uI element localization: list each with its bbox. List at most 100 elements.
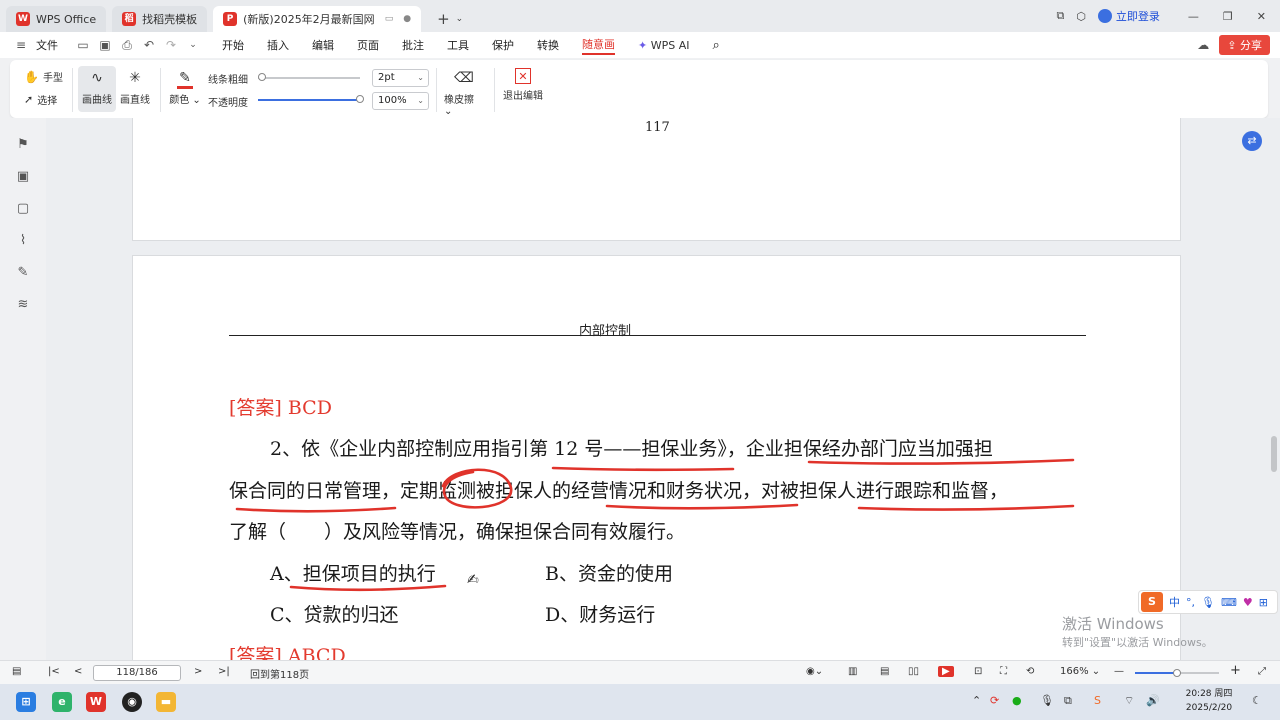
menu-freehand[interactable]: 随意画 xyxy=(582,36,615,55)
notification-icon[interactable]: ☾ xyxy=(1252,694,1262,707)
undo-icon[interactable]: ↶ xyxy=(142,38,156,52)
tab-document[interactable]: P (新版)2025年2月最新国网 ▭ ● xyxy=(213,6,422,32)
thickness-label: 线条粗细 xyxy=(208,75,248,86)
bookmark-icon[interactable]: ⚑ xyxy=(14,136,32,154)
ime-tray-icon[interactable]: S xyxy=(1094,694,1101,707)
ime-toolbar[interactable]: S 中 °, 🎙 ⌨ ♥ ⊞ xyxy=(1138,590,1278,614)
thickness-dropdown[interactable]: 2pt ⌄ xyxy=(372,69,429,87)
tray-chevron-icon[interactable]: ⌃ xyxy=(972,694,981,707)
skin-icon[interactable]: ♥ xyxy=(1243,596,1253,609)
zoom-level[interactable]: 166% ⌄ xyxy=(1060,666,1100,677)
keyboard-icon[interactable]: ⌨ xyxy=(1221,596,1237,609)
zoom-in-icon[interactable]: + xyxy=(1230,663,1241,678)
login-button[interactable]: 立即登录 xyxy=(1097,8,1160,24)
print-icon[interactable]: ⎙ xyxy=(120,38,134,53)
cloud-upload-icon[interactable]: ☁ xyxy=(1197,38,1209,52)
line-tool[interactable]: ✳ 画直线 xyxy=(118,68,152,106)
layers-icon[interactable]: ≋ xyxy=(14,296,32,314)
curve-tool[interactable]: ∿ 画曲线 xyxy=(80,68,114,106)
search-icon[interactable]: ⌕ xyxy=(712,38,719,53)
wechat-icon[interactable]: ● xyxy=(1012,694,1022,707)
sidebar-toggle-icon[interactable]: ▤ xyxy=(12,666,21,677)
new-tab-button[interactable]: + ⌄ xyxy=(427,6,473,32)
cube-icon[interactable]: ⬡ xyxy=(1076,10,1086,23)
tab-template[interactable]: 稻 找稻壳模板 xyxy=(112,6,208,32)
menu-annotate[interactable]: 批注 xyxy=(402,37,424,53)
zoom-slider-knob[interactable] xyxy=(1173,669,1181,677)
thickness-slider[interactable] xyxy=(258,77,360,79)
mic-tray-icon[interactable]: 🎙 xyxy=(1040,694,1054,707)
media-app-icon[interactable]: ◉ xyxy=(122,692,142,712)
grid-icon[interactable]: ⊞ xyxy=(1259,596,1268,609)
single-page-icon[interactable]: ▥ xyxy=(848,666,857,677)
continuous-page-icon[interactable]: ▤ xyxy=(880,666,889,677)
scrollbar-thumb[interactable] xyxy=(1271,436,1277,472)
windows-start-icon[interactable]: ⊞ xyxy=(16,692,36,712)
rotate-icon[interactable]: ⟲ xyxy=(1026,666,1034,677)
hand-tool[interactable]: ✋ 手型 xyxy=(24,69,63,85)
wps-taskbar-icon[interactable]: W xyxy=(86,692,106,712)
first-page-icon[interactable]: |< xyxy=(48,666,60,677)
next-page-icon[interactable]: > xyxy=(194,666,202,677)
menu-insert[interactable]: 插入 xyxy=(267,37,289,53)
back-to-page-link[interactable]: 回到第118页 xyxy=(250,666,309,681)
dot-icon[interactable]: ● xyxy=(403,14,411,24)
network-icon[interactable]: ⧉ xyxy=(1064,694,1072,708)
prev-page-icon[interactable]: < xyxy=(74,666,82,677)
save-icon[interactable]: ▣ xyxy=(98,38,112,52)
redo-icon[interactable]: ↷ xyxy=(164,38,178,52)
punctuation-icon[interactable]: °, xyxy=(1186,596,1195,609)
wps-ai-button[interactable]: ✦ WPS AI xyxy=(638,39,689,52)
last-page-icon[interactable]: >| xyxy=(218,666,230,677)
sync-icon[interactable]: ⟳ xyxy=(990,694,999,707)
eraser-tool[interactable]: ⌫ 橡皮擦 ⌄ xyxy=(444,68,484,117)
exit-edit-button[interactable]: ✕ 退出编辑 xyxy=(502,68,544,102)
vertical-scrollbar[interactable] xyxy=(1268,118,1280,660)
page-number-input[interactable]: 118/186 xyxy=(93,665,181,681)
signature-icon[interactable]: ✎ xyxy=(14,264,32,282)
menu-start[interactable]: 开始 xyxy=(222,37,244,53)
thickness-slider-knob[interactable] xyxy=(258,73,266,81)
play-icon[interactable]: ▶ xyxy=(938,666,954,677)
opacity-slider-knob[interactable] xyxy=(356,95,364,103)
document-viewport[interactable]: 117 内部控制 [答案] BCD 2、依《企业内部控制应用指引第 12 号——… xyxy=(46,118,1268,660)
option-b: B、资金的使用 xyxy=(545,563,673,585)
attachment-icon[interactable]: ⌇ xyxy=(14,232,32,250)
fit-page-icon[interactable]: ⛶ xyxy=(1000,666,1007,677)
menu-convert[interactable]: 转换 xyxy=(537,37,559,53)
thumbnail-icon[interactable]: ▣ xyxy=(14,168,32,186)
menu-protect[interactable]: 保护 xyxy=(492,37,514,53)
chevron-down-icon[interactable]: ⌄ xyxy=(186,40,200,50)
close-icon[interactable]: ✕ xyxy=(1257,10,1266,23)
double-page-icon[interactable]: ▯▯ xyxy=(908,666,919,677)
opacity-dropdown[interactable]: 100% ⌄ xyxy=(372,92,429,110)
zoom-out-icon[interactable]: — xyxy=(1114,666,1124,677)
color-picker[interactable]: ✎ 颜色 ⌄ xyxy=(168,68,202,106)
screen-icon[interactable]: ▭ xyxy=(385,14,394,24)
minimize-icon[interactable]: — xyxy=(1188,10,1199,23)
ime-mode[interactable]: 中 xyxy=(1169,594,1180,610)
select-tool[interactable]: ➚ 选择 xyxy=(24,92,57,107)
menu-page[interactable]: 页面 xyxy=(357,37,379,53)
volume-icon[interactable]: 🔊 xyxy=(1146,694,1160,707)
system-clock[interactable]: 20:28 周四 2025/2/20 xyxy=(1184,687,1234,715)
translate-icon[interactable]: ⇄ xyxy=(1242,131,1262,151)
folder-icon[interactable]: ▭ xyxy=(76,38,90,52)
opacity-slider[interactable] xyxy=(258,99,360,101)
file-explorer-icon[interactable]: ▬ xyxy=(156,692,176,712)
comment-icon[interactable]: ▢ xyxy=(14,200,32,218)
menu-tools[interactable]: 工具 xyxy=(447,37,469,53)
hamburger-icon[interactable]: ≡ xyxy=(14,38,28,52)
eye-icon[interactable]: ◉⌄ xyxy=(806,666,823,677)
menu-edit[interactable]: 编辑 xyxy=(312,37,334,53)
tab-wps-office[interactable]: W WPS Office xyxy=(6,6,107,32)
mic-icon[interactable]: 🎙 xyxy=(1201,596,1215,609)
file-menu[interactable]: 文件 xyxy=(36,37,58,53)
share-button[interactable]: ⇪ 分享 xyxy=(1219,35,1270,55)
restore-icon[interactable]: ❐ xyxy=(1223,10,1233,23)
fullscreen-icon[interactable]: ⤢ xyxy=(1258,666,1266,677)
browser-icon[interactable]: e xyxy=(52,692,72,712)
fit-width-icon[interactable]: ⊡ xyxy=(974,666,982,677)
wifi-icon[interactable]: ⌔ xyxy=(1124,694,1134,708)
window-mode-icon[interactable]: ⧉ xyxy=(1056,9,1064,23)
